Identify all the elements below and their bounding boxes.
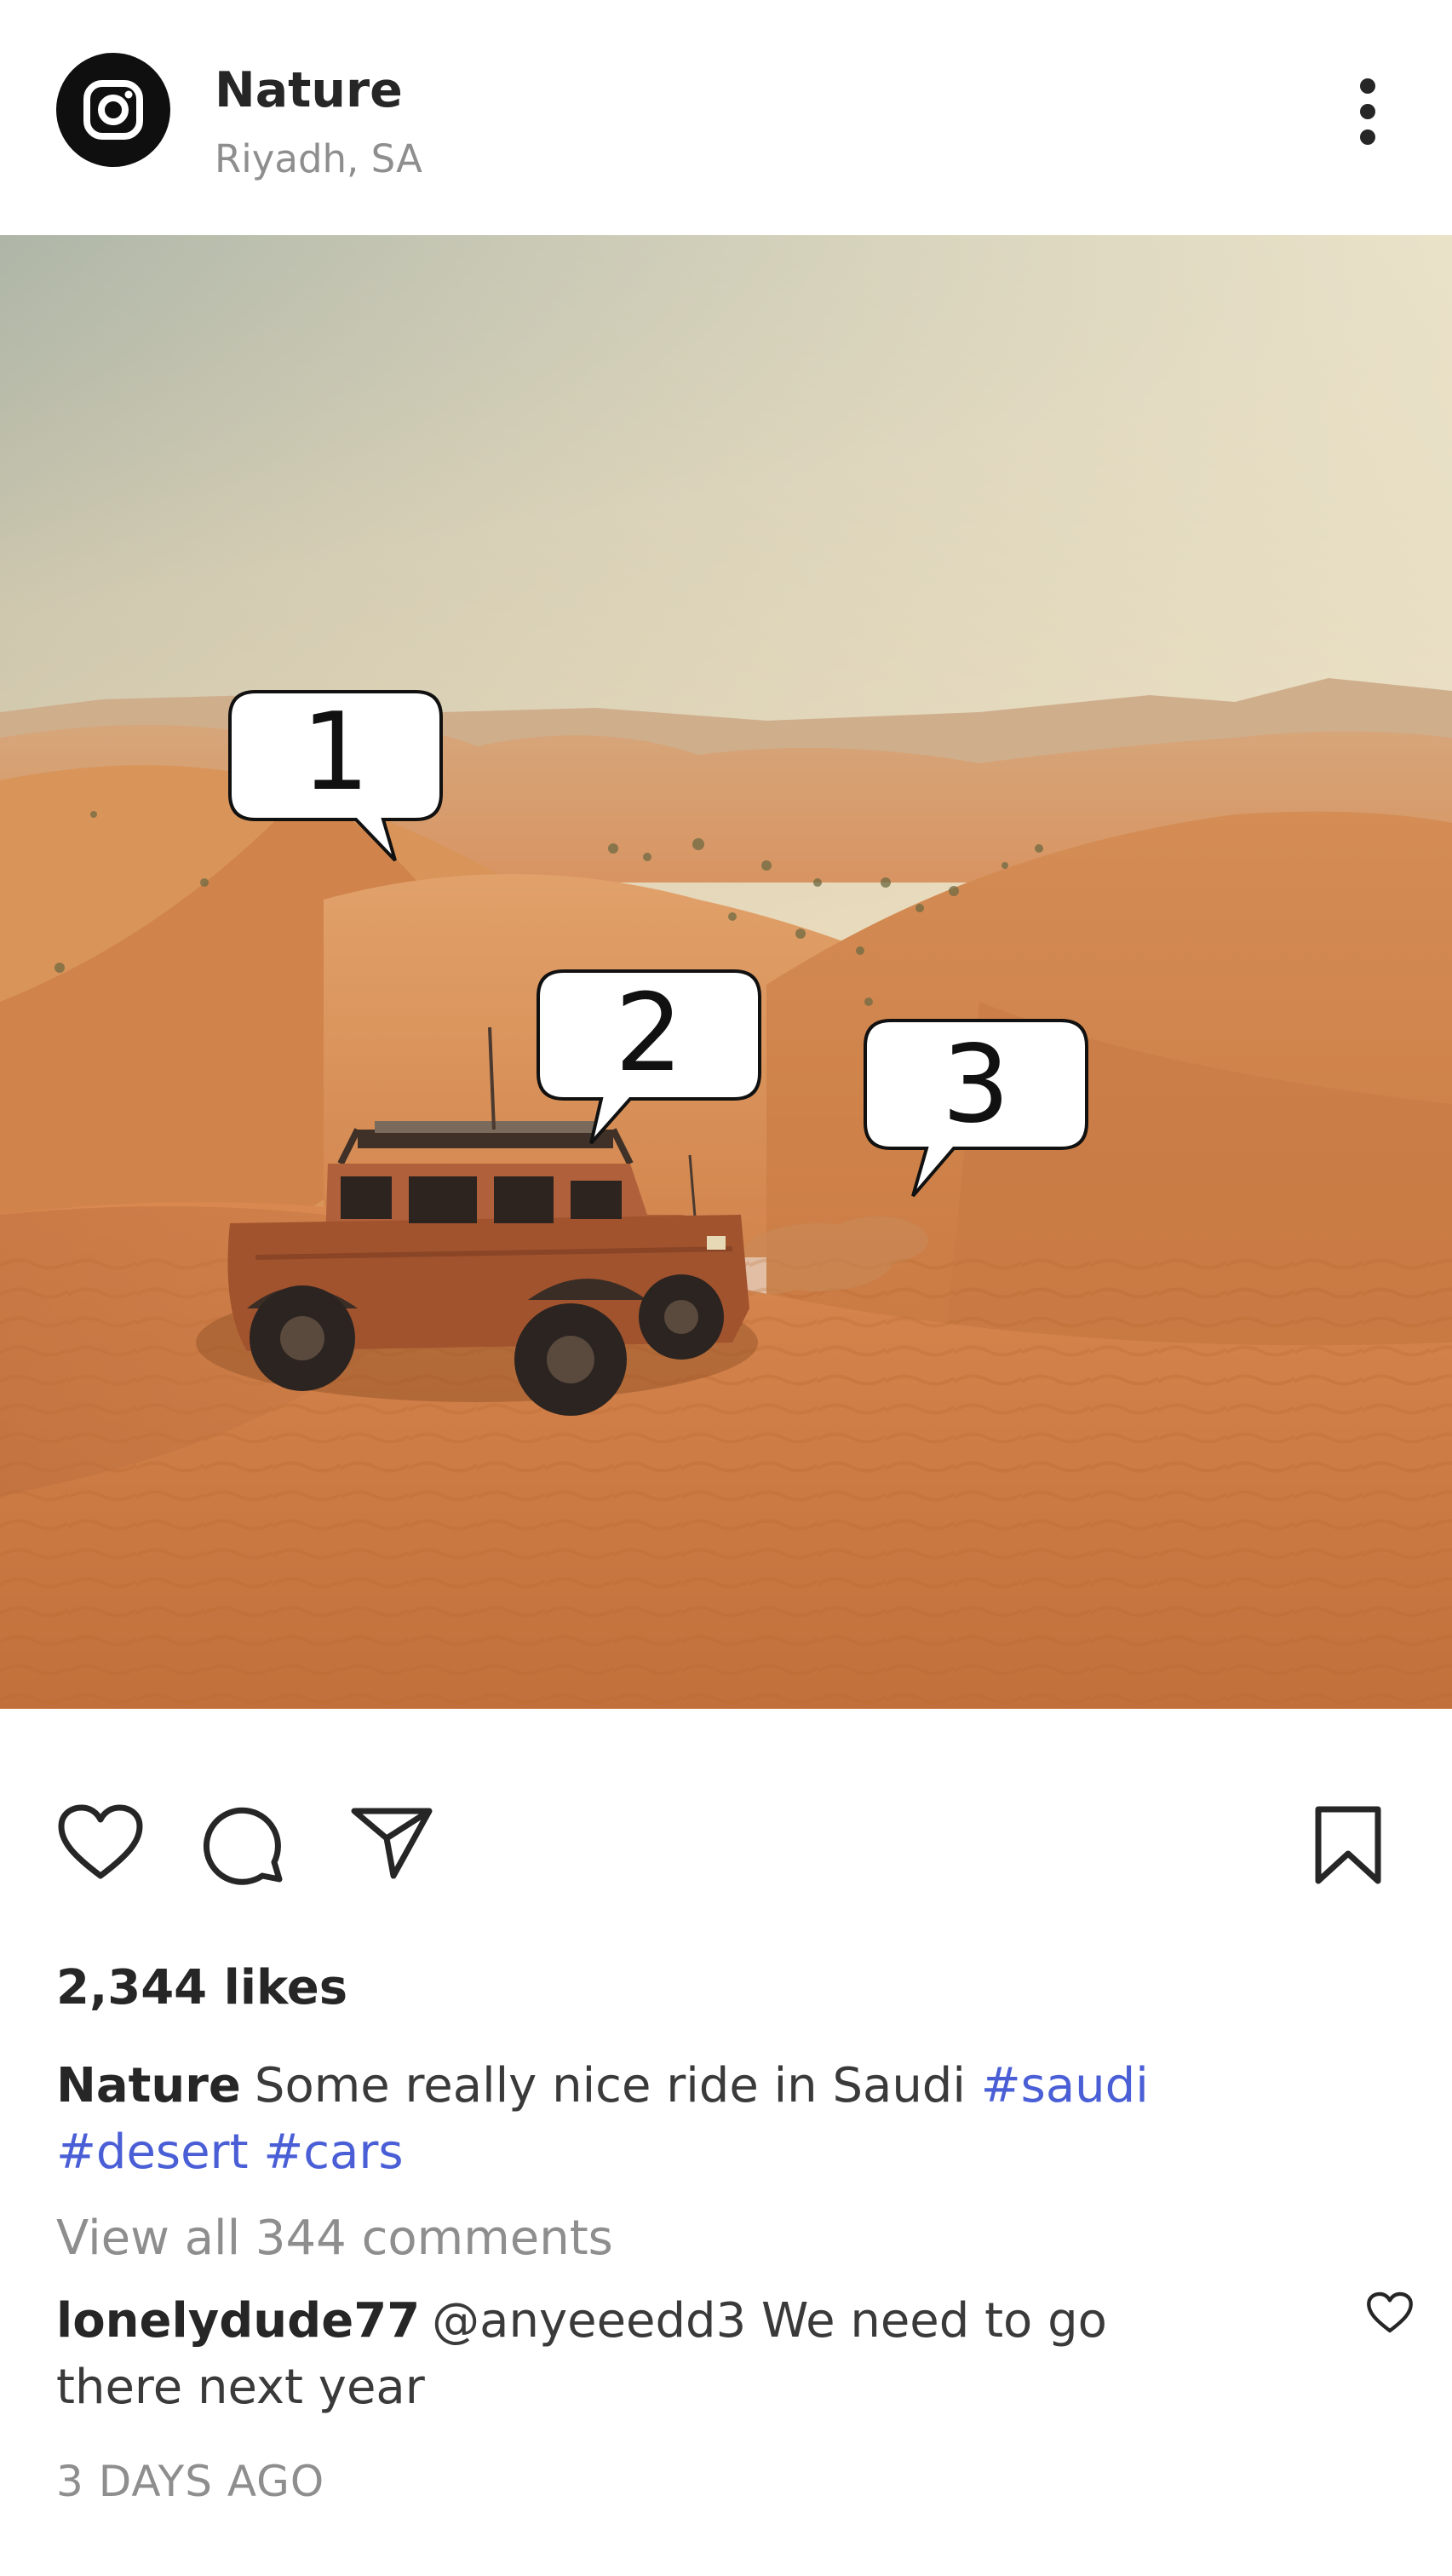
heart-icon	[58, 1804, 143, 1879]
instagram-logo-icon	[83, 80, 143, 140]
save-button[interactable]	[1310, 1804, 1386, 1889]
like-button[interactable]	[56, 1804, 145, 1884]
comment-icon	[203, 1807, 283, 1885]
more-vertical-icon	[1360, 78, 1375, 145]
callout-3-label: 3	[942, 1021, 1010, 1147]
instagram-post: Nature Riyadh, SA 1 2 3 2,344 likes Natu…	[0, 0, 1452, 2576]
post-caption: Nature Some really nice ride in Saudi #sa…	[56, 2053, 1317, 2186]
share-button[interactable]	[349, 1804, 434, 1884]
view-all-comments-link[interactable]: View all 344 comments	[56, 2215, 613, 2263]
account-name[interactable]: Nature	[215, 66, 403, 115]
avatar[interactable]	[56, 53, 170, 167]
likes-count[interactable]: 2,344 likes	[56, 1964, 347, 2012]
more-options-button[interactable]	[1334, 73, 1402, 150]
post-timestamp: 3 DAYS AGO	[56, 2457, 325, 2506]
callout-2-label: 2	[615, 970, 683, 1095]
post-image[interactable]: 1 2 3	[0, 235, 1452, 1709]
post-location[interactable]: Riyadh, SA	[215, 140, 422, 178]
caption-text: Some really nice ride in Saudi	[254, 2058, 966, 2113]
hashtag-desert[interactable]: #desert	[56, 2125, 249, 2180]
bookmark-icon	[1315, 1806, 1381, 1884]
heart-icon	[1367, 2291, 1413, 2333]
hashtag-saudi[interactable]: #saudi	[981, 2058, 1149, 2113]
comment-button[interactable]	[203, 1804, 288, 1893]
hashtag-cars[interactable]: #cars	[263, 2125, 403, 2180]
send-icon	[351, 1808, 433, 1879]
comment-like-button[interactable]	[1366, 2291, 1414, 2337]
callout-1-label: 1	[301, 689, 370, 814]
post-actions	[0, 1789, 1452, 1891]
caption-author[interactable]: Nature	[56, 2058, 241, 2113]
desert-photo: 1 2 3	[0, 235, 1452, 1709]
comment-item: lonelydude77 @anyeeedd3 We need to go the…	[56, 2288, 1223, 2421]
post-header: Nature Riyadh, SA	[0, 0, 1452, 235]
comment-author[interactable]: lonelydude77	[56, 2293, 420, 2349]
